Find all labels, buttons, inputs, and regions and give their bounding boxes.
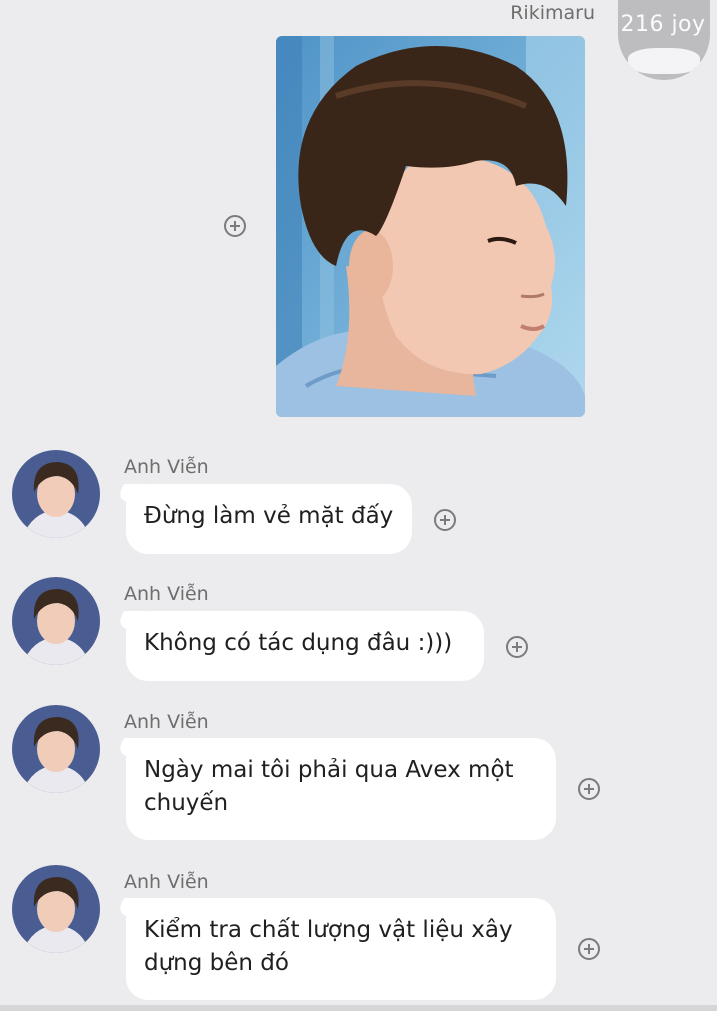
message-bubble[interactable]: Kiểm tra chất lượng vật liệu xây dựng bê…: [126, 898, 556, 1000]
message-bubble[interactable]: Ngày mai tôi phải qua Avex một chuyến: [126, 738, 556, 840]
add-reaction-button[interactable]: [578, 778, 600, 800]
bottom-divider: [0, 1005, 717, 1011]
message-bubble[interactable]: Không có tác dụng đâu :))): [126, 611, 484, 681]
contact-name: Anh Viễn: [124, 871, 209, 893]
avatar-image: [12, 865, 100, 953]
portrait-image: [276, 36, 585, 417]
avatar-badge: 216 joy: [620, 12, 706, 37]
avatar-image: [12, 577, 100, 665]
sender-avatar[interactable]: 216 joy: [618, 0, 710, 80]
add-reaction-button[interactable]: [578, 938, 600, 960]
contact-name: Anh Viễn: [124, 711, 209, 733]
contact-avatar[interactable]: [12, 865, 100, 953]
message-bubble[interactable]: Đừng làm vẻ mặt đấy: [126, 484, 412, 554]
contact-avatar[interactable]: [12, 577, 100, 665]
add-reaction-button[interactable]: [506, 636, 528, 658]
contact-name: Anh Viễn: [124, 456, 209, 478]
contact-avatar[interactable]: [12, 705, 100, 793]
avatar-image: [12, 705, 100, 793]
add-reaction-button[interactable]: [434, 509, 456, 531]
contact-avatar[interactable]: [12, 450, 100, 538]
sender-name: Rikimaru: [510, 2, 595, 24]
add-reaction-button[interactable]: [224, 215, 246, 237]
contact-name: Anh Viễn: [124, 583, 209, 605]
avatar-image: [12, 450, 100, 538]
shared-photo[interactable]: [276, 36, 585, 417]
avatar-shade: [628, 48, 700, 74]
